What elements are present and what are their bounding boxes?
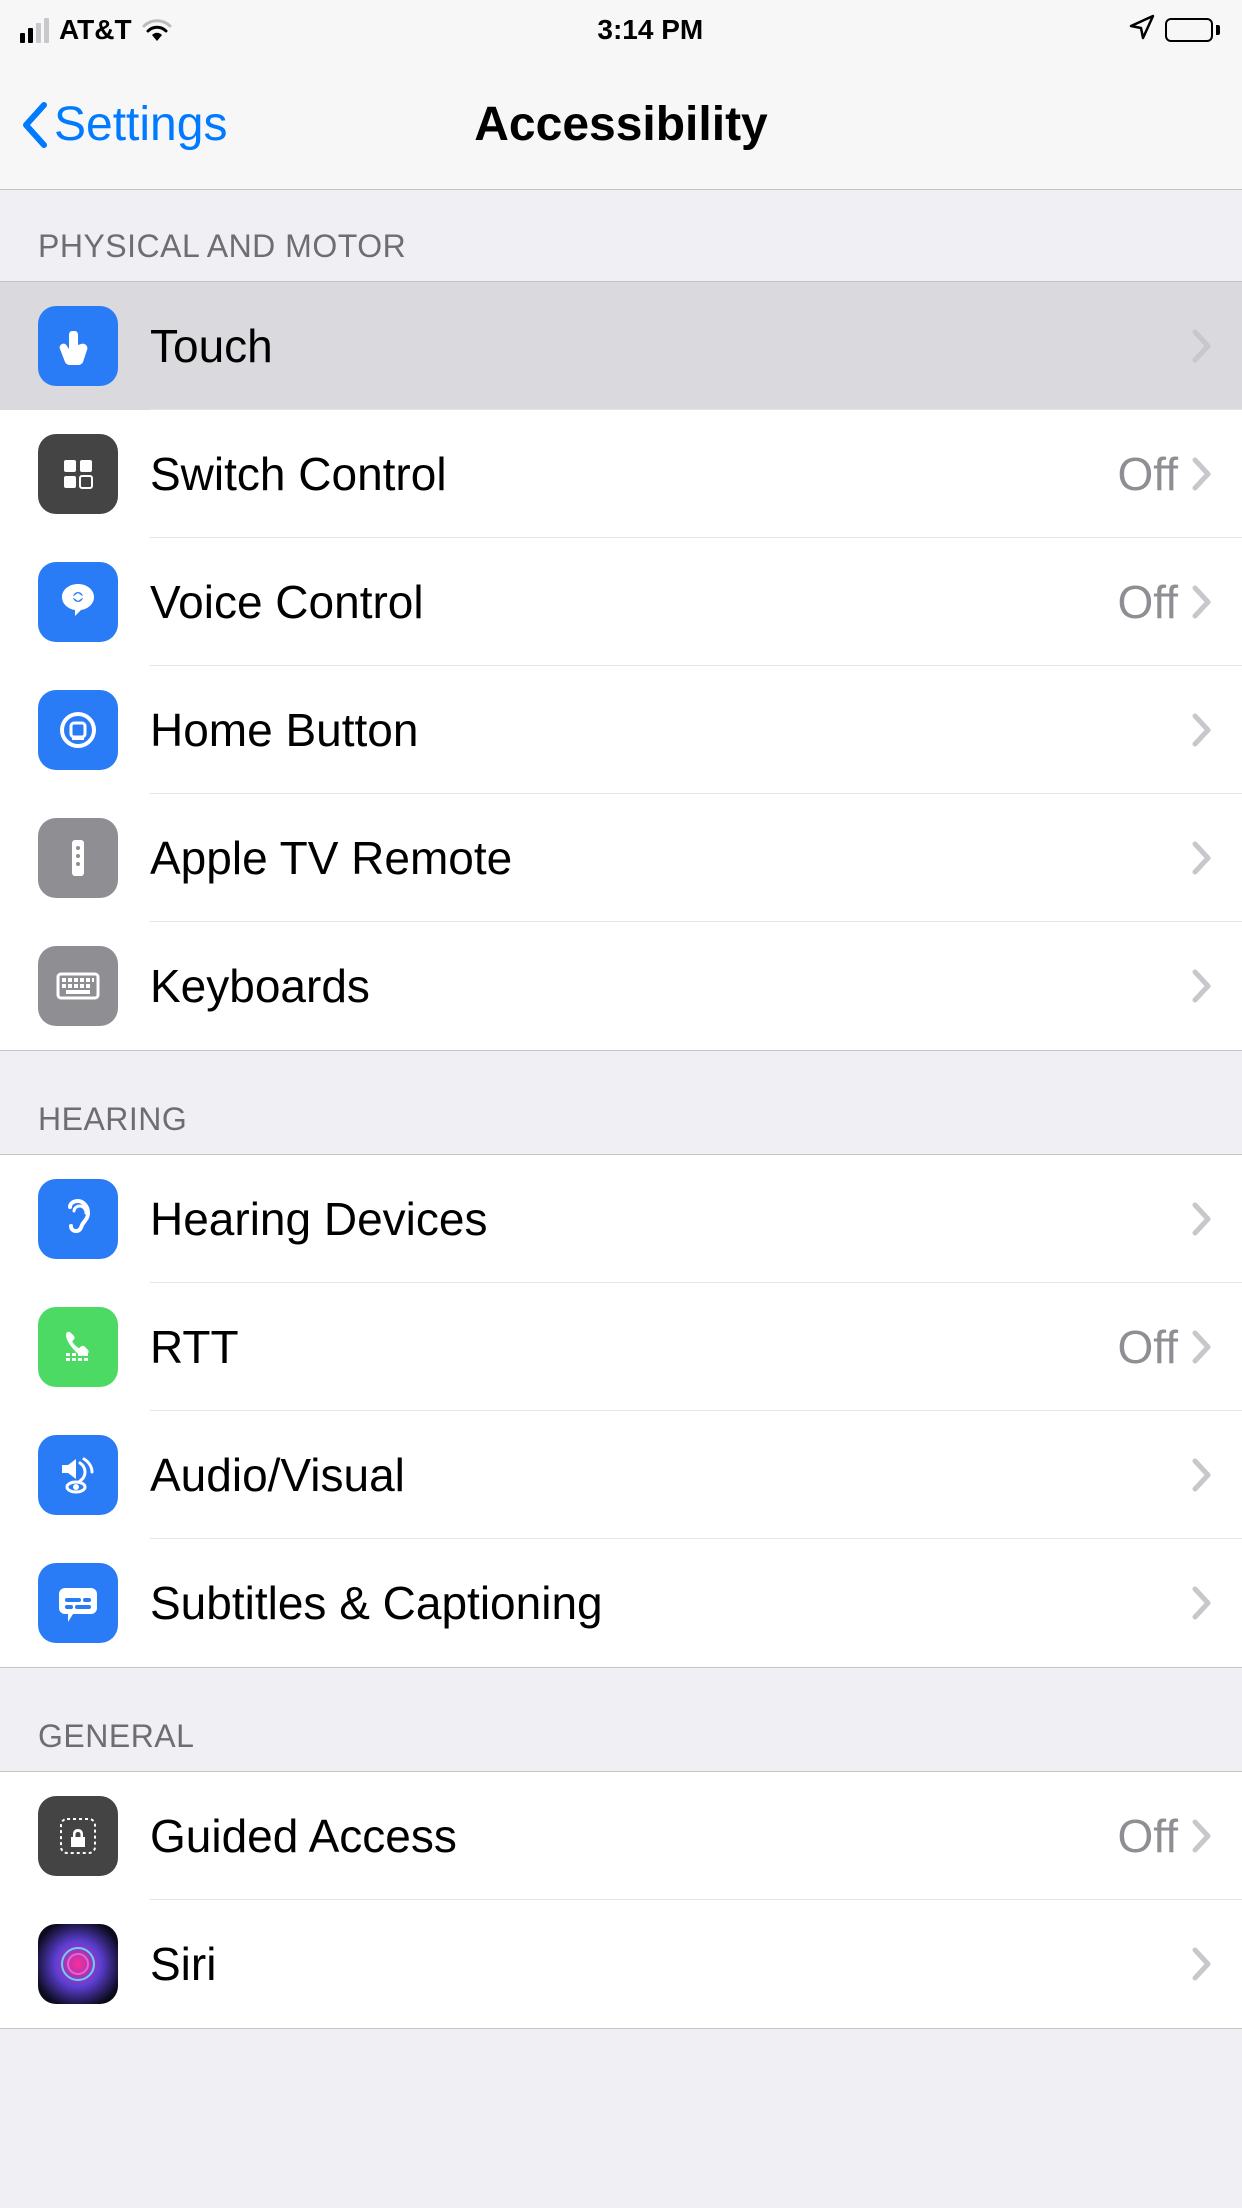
row-label: Guided Access [150, 1809, 1117, 1863]
list-hearing: Hearing Devices RTT Off Audio/Visual [0, 1154, 1242, 1668]
list-general: Guided Access Off Siri [0, 1771, 1242, 2029]
carrier-label: AT&T [59, 14, 132, 46]
row-home-button[interactable]: Home Button [0, 666, 1242, 794]
chevron-right-icon [1192, 1330, 1212, 1364]
subtitles-icon [38, 1563, 118, 1643]
home-button-icon [38, 690, 118, 770]
row-label: Hearing Devices [150, 1192, 1192, 1246]
section-header-physical-motor: PHYSICAL AND MOTOR [0, 190, 1242, 281]
chevron-right-icon [1192, 1202, 1212, 1236]
row-label: Keyboards [150, 959, 1192, 1013]
chevron-right-icon [1192, 1458, 1212, 1492]
row-audio-visual[interactable]: Audio/Visual [0, 1411, 1242, 1539]
row-value: Off [1117, 1809, 1178, 1863]
chevron-right-icon [1192, 1819, 1212, 1853]
row-voice-control[interactable]: Voice Control Off [0, 538, 1242, 666]
row-guided-access[interactable]: Guided Access Off [0, 1772, 1242, 1900]
switch-control-icon [38, 434, 118, 514]
row-apple-tv-remote[interactable]: Apple TV Remote [0, 794, 1242, 922]
status-right [1129, 14, 1220, 47]
location-icon [1129, 14, 1155, 47]
row-touch[interactable]: Touch [0, 282, 1242, 410]
status-left: AT&T [20, 14, 172, 46]
battery-icon [1165, 18, 1220, 42]
back-label: Settings [54, 97, 227, 152]
chevron-right-icon [1192, 841, 1212, 875]
row-label: Subtitles & Captioning [150, 1576, 1192, 1630]
status-bar: AT&T 3:14 PM [0, 0, 1242, 60]
row-keyboards[interactable]: Keyboards [0, 922, 1242, 1050]
row-label: Audio/Visual [150, 1448, 1192, 1502]
status-time: 3:14 PM [597, 14, 703, 46]
row-label: Voice Control [150, 575, 1117, 629]
row-siri[interactable]: Siri [0, 1900, 1242, 2028]
keyboards-icon [38, 946, 118, 1026]
back-button[interactable]: Settings [20, 97, 227, 152]
row-switch-control[interactable]: Switch Control Off [0, 410, 1242, 538]
row-label: Touch [150, 319, 1192, 373]
row-hearing-devices[interactable]: Hearing Devices [0, 1155, 1242, 1283]
list-physical-motor: Touch Switch Control Off Voice Control O… [0, 281, 1242, 1051]
apple-tv-remote-icon [38, 818, 118, 898]
chevron-right-icon [1192, 969, 1212, 1003]
row-rtt[interactable]: RTT Off [0, 1283, 1242, 1411]
row-value: Off [1117, 575, 1178, 629]
chevron-right-icon [1192, 585, 1212, 619]
chevron-right-icon [1192, 457, 1212, 491]
section-header-hearing: HEARING [0, 1051, 1242, 1154]
touch-icon [38, 306, 118, 386]
wifi-icon [142, 19, 172, 41]
row-value: Off [1117, 1320, 1178, 1374]
chevron-right-icon [1192, 1586, 1212, 1620]
audio-visual-icon [38, 1435, 118, 1515]
chevron-right-icon [1192, 329, 1212, 363]
siri-icon [38, 1924, 118, 2004]
row-subtitles[interactable]: Subtitles & Captioning [0, 1539, 1242, 1667]
chevron-right-icon [1192, 713, 1212, 747]
chevron-right-icon [1192, 1947, 1212, 1981]
hearing-devices-icon [38, 1179, 118, 1259]
guided-access-icon [38, 1796, 118, 1876]
row-label: Switch Control [150, 447, 1117, 501]
rtt-icon [38, 1307, 118, 1387]
chevron-left-icon [20, 101, 50, 149]
cellular-signal-icon [20, 18, 49, 43]
row-label: Siri [150, 1937, 1192, 1991]
row-value: Off [1117, 447, 1178, 501]
row-label: Home Button [150, 703, 1192, 757]
nav-bar: Settings Accessibility [0, 60, 1242, 190]
section-header-general: GENERAL [0, 1668, 1242, 1771]
voice-control-icon [38, 562, 118, 642]
row-label: RTT [150, 1320, 1117, 1374]
page-title: Accessibility [474, 97, 767, 152]
row-label: Apple TV Remote [150, 831, 1192, 885]
